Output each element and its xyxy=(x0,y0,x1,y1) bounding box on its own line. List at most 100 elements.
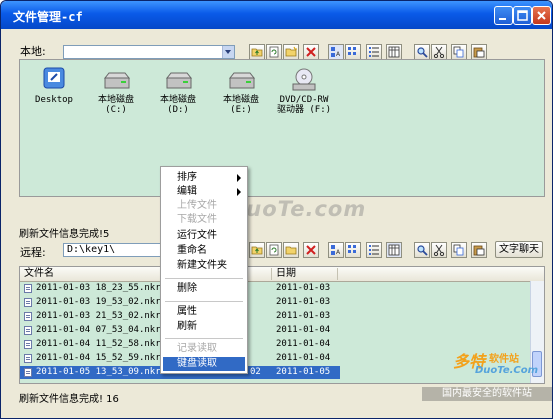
delete-button[interactable] xyxy=(303,44,319,60)
menu-item-rename[interactable]: 重命名 xyxy=(177,244,247,258)
paste-button[interactable] xyxy=(471,44,487,60)
drive-e-item[interactable]: 本地磁盘 (E:) xyxy=(209,70,273,115)
close-button[interactable] xyxy=(532,6,551,25)
refresh-icon xyxy=(269,244,279,256)
file-icon xyxy=(24,298,32,307)
window-title: 文件管理-cf xyxy=(13,10,83,24)
drive-d-item[interactable]: 本地磁盘 (D:) xyxy=(146,70,210,115)
remote-status-text: 刷新文件信息完成! 16 xyxy=(19,394,119,405)
drive-f-label: DVD/CD-RW xyxy=(279,95,329,105)
remote-path-value: D:\key1\ xyxy=(67,244,116,255)
table-row[interactable]: 2011-01-03 21_53_02.nkr 2011-01-03 xyxy=(20,310,540,323)
row-filename: 2011-01-04 07_53_04.nkr xyxy=(36,325,161,335)
row-date: 2011-01-05 xyxy=(276,367,331,377)
local-path-dropdown-button[interactable] xyxy=(222,46,234,58)
list-view-icon xyxy=(369,47,379,57)
row-extra: 02 xyxy=(250,367,261,377)
up-folder-button[interactable] xyxy=(249,44,265,60)
menu-item-label: 运行文件 xyxy=(177,230,217,241)
drive-d-label: 本地磁盘 xyxy=(159,95,196,105)
local-file-panel[interactable]: Desktop 本地磁盘 (C:) 本地磁盘 (D:) 本地磁盘 (E:) DV… xyxy=(19,59,545,197)
row-date: 2011-01-04 xyxy=(276,325,331,335)
paste-icon xyxy=(473,47,485,58)
delete-icon xyxy=(306,47,316,57)
remote-copy-button[interactable] xyxy=(451,242,467,258)
drive-c-label: 本地磁盘 xyxy=(97,95,134,105)
file-icon xyxy=(24,340,32,349)
remote-new-folder-button[interactable] xyxy=(283,242,299,258)
remote-list-view-button[interactable] xyxy=(366,242,382,258)
remote-refresh-button[interactable] xyxy=(266,242,282,258)
paste-icon xyxy=(473,245,485,256)
column-header-date[interactable]: 日期 xyxy=(272,268,338,280)
remote-path-input[interactable]: D:\key1\ xyxy=(63,243,163,257)
menu-item-label: 重命名 xyxy=(177,245,207,256)
menu-item-properties[interactable]: 属性 xyxy=(177,305,247,319)
remote-cut-button[interactable] xyxy=(431,242,447,258)
remote-search-button[interactable] xyxy=(414,242,430,258)
remote-details-view-button[interactable] xyxy=(386,242,402,258)
small-icons-view-icon xyxy=(348,245,356,253)
details-view-icon xyxy=(388,46,400,58)
file-icon xyxy=(24,284,32,293)
local-path-combobox[interactable] xyxy=(63,45,235,59)
text-chat-button[interactable]: 文字聊天 xyxy=(495,241,543,258)
details-view-button[interactable] xyxy=(386,44,402,60)
scissors-icon xyxy=(433,46,445,58)
folder-up-icon xyxy=(251,48,263,57)
drive-e-label: 本地磁盘 xyxy=(222,95,259,105)
menu-item-label: 编辑 xyxy=(177,186,197,197)
search-button[interactable] xyxy=(414,44,430,60)
remote-delete-button[interactable] xyxy=(303,242,319,258)
remote-small-icons-view-button[interactable] xyxy=(345,242,361,258)
new-folder-button[interactable] xyxy=(283,44,299,60)
menu-item-delete[interactable]: 删除 xyxy=(177,282,247,296)
local-label: 本地: xyxy=(20,45,46,58)
minimize-icon xyxy=(499,18,506,20)
local-status-text: 刷新文件信息完成!5 xyxy=(19,229,110,240)
minimize-button[interactable] xyxy=(494,6,513,25)
drive-c-item[interactable]: 本地磁盘 (C:) xyxy=(84,70,148,115)
row-filename: 2011-01-03 18_23_55.nkr xyxy=(36,283,161,293)
large-icons-view-button[interactable]: A xyxy=(328,44,344,60)
menu-item-label: 刷新 xyxy=(177,321,197,332)
cut-button[interactable] xyxy=(431,44,447,60)
svg-text:A: A xyxy=(336,51,341,58)
drive-f-item[interactable]: DVD/CD-RW 驱动器 (F:) xyxy=(270,67,338,115)
maximize-icon xyxy=(517,10,528,21)
table-row[interactable]: 2011-01-04 07_53_04.nkr 2011-01-04 xyxy=(20,324,540,337)
small-icons-view-button[interactable] xyxy=(345,44,361,60)
table-row[interactable]: 2011-01-03 19_53_02.nkr 2011-01-03 xyxy=(20,296,540,309)
new-folder-icon xyxy=(285,46,297,57)
maximize-button[interactable] xyxy=(513,6,532,25)
drive-c-letter: (C:) xyxy=(105,105,127,115)
copy-button[interactable] xyxy=(451,44,467,60)
hard-drive-icon xyxy=(165,72,193,89)
remote-up-folder-button[interactable] xyxy=(249,242,265,258)
table-row[interactable]: 2011-01-03 18_23_55.nkr 2011-01-03 xyxy=(20,282,540,295)
submenu-arrow-icon xyxy=(237,188,241,196)
copy-icon xyxy=(453,46,464,58)
submenu-arrow-icon xyxy=(237,174,241,182)
remote-paste-button[interactable] xyxy=(471,242,487,258)
menu-separator xyxy=(165,301,243,302)
menu-item-keyboard-read[interactable]: 键盘读取 xyxy=(163,357,245,371)
drive-f-letter: 驱动器 (F:) xyxy=(276,105,332,115)
desktop-icon xyxy=(43,67,65,89)
menu-item-run[interactable]: 运行文件 xyxy=(177,229,247,243)
row-date: 2011-01-03 xyxy=(276,297,331,307)
file-icon xyxy=(24,312,32,321)
copy-icon xyxy=(453,244,464,256)
svg-text:A: A xyxy=(336,249,341,256)
row-filename: 2011-01-05 13_53_09.nkr xyxy=(36,367,161,377)
list-view-button[interactable] xyxy=(366,44,382,60)
menu-item-label: 记录读取 xyxy=(177,343,217,354)
title-bar[interactable]: 文件管理-cf xyxy=(1,1,552,29)
menu-item-new-folder[interactable]: 新建文件夹 xyxy=(177,259,247,273)
row-date: 2011-01-03 xyxy=(276,311,331,321)
refresh-button[interactable] xyxy=(266,44,282,60)
remote-large-icons-view-button[interactable]: A xyxy=(328,242,344,258)
menu-item-refresh[interactable]: 刷新 xyxy=(177,320,247,334)
desktop-item[interactable]: Desktop xyxy=(22,66,86,105)
delete-icon xyxy=(306,245,316,255)
